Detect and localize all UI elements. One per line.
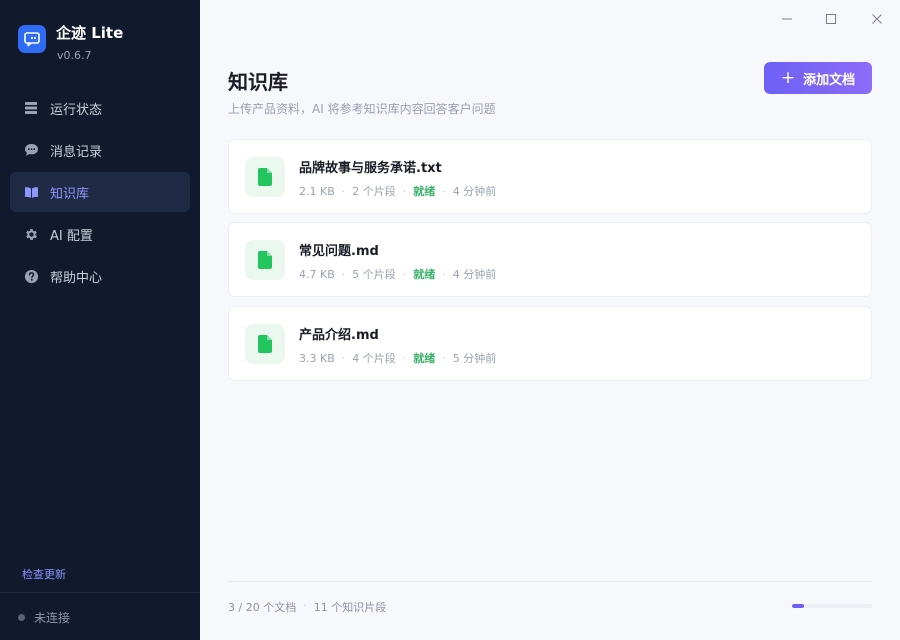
app-version: v0.6.7 [57,49,92,62]
maximize-button[interactable] [817,10,845,28]
sidebar-item-label: 帮助中心 [50,270,103,286]
chunk-count: 11 个知识片段 [313,601,387,614]
file-icon [245,157,285,197]
file-size: 2.1 KB [299,184,335,198]
chat-logo-icon [18,25,46,53]
maximize-icon [826,14,836,24]
minimize-button[interactable] [773,10,801,28]
sidebar-item-messages[interactable]: 消息记录 [10,130,190,170]
chat-bubble-icon [23,142,39,158]
sidebar-item-label: 消息记录 [50,144,103,160]
doc-count: 3 / 20 个文档 [228,601,297,614]
file-size: 3.3 KB [299,351,335,365]
file-icon [245,240,285,280]
usage-progress-fill [792,604,804,608]
sidebar-item-status[interactable]: 运行状态 [10,88,190,128]
minimize-icon [782,18,792,20]
page-title: 知识库 [228,70,288,94]
connection-status-text: 未连接 [34,611,71,625]
file-name: 常见问题.md [299,244,379,259]
file-name: 品牌故事与服务承诺.txt [299,161,442,176]
add-document-button[interactable]: + 添加文档 [764,62,872,94]
close-icon [872,14,882,24]
file-meta: 4.7 KB · 5 个片段 · 就绪 · 4 分钟前 [299,267,497,282]
sidebar-divider [0,592,200,593]
sidebar-item-knowledge[interactable]: 知识库 [10,172,190,212]
file-chunks: 4 个片段 [352,352,396,365]
file-time: 4 分钟前 [452,268,497,281]
footer-stats: 3 / 20 个文档 · 11 个知识片段 [228,599,387,614]
app-name: 企迹 Lite [56,24,124,42]
sidebar-item-label: AI 配置 [50,228,93,244]
sidebar: 企迹 Lite v0.6.7 运行状态 消息记录 知识库 AI 配置 帮助中心 … [0,0,200,640]
server-icon [23,100,39,116]
page-subtitle: 上传产品资料，AI 将参考知识库内容回答客户问题 [228,102,496,116]
gear-icon [23,226,39,242]
sidebar-nav: 运行状态 消息记录 知识库 AI 配置 帮助中心 [10,88,190,298]
connection-status: 未连接 [18,609,70,626]
plus-icon: + [780,67,796,88]
file-name: 产品介绍.md [299,328,379,343]
usage-progress-bar [792,604,872,608]
file-card[interactable]: 常见问题.md 4.7 KB · 5 个片段 · 就绪 · 4 分钟前 [228,222,872,297]
status-badge: 就绪 [413,185,436,198]
sidebar-item-label: 知识库 [50,186,90,202]
file-icon [245,324,285,364]
brand: 企迹 Lite v0.6.7 [18,25,123,62]
close-button[interactable] [863,10,891,28]
file-time: 4 分钟前 [452,185,497,198]
sidebar-item-ai-config[interactable]: AI 配置 [10,214,190,254]
status-badge: 就绪 [413,268,436,281]
file-meta: 3.3 KB · 4 个片段 · 就绪 · 5 分钟前 [299,351,497,366]
status-badge: 就绪 [413,352,436,365]
file-meta: 2.1 KB · 2 个片段 · 就绪 · 4 分钟前 [299,184,497,199]
check-update-link[interactable]: 检查更新 [22,566,66,582]
sidebar-item-help[interactable]: 帮助中心 [10,256,190,296]
file-card[interactable]: 产品介绍.md 3.3 KB · 4 个片段 · 就绪 · 5 分钟前 [228,306,872,381]
file-chunks: 2 个片段 [352,185,396,198]
footer-divider [228,581,872,582]
status-dot-icon [18,614,25,621]
add-document-label: 添加文档 [803,72,856,88]
file-chunks: 5 个片段 [352,268,396,281]
book-icon [23,184,39,200]
file-time: 5 分钟前 [452,352,497,365]
file-card[interactable]: 品牌故事与服务承诺.txt 2.1 KB · 2 个片段 · 就绪 · 4 分钟前 [228,139,872,214]
file-size: 4.7 KB [299,267,335,281]
sidebar-item-label: 运行状态 [50,102,103,118]
help-circle-icon [23,268,39,284]
